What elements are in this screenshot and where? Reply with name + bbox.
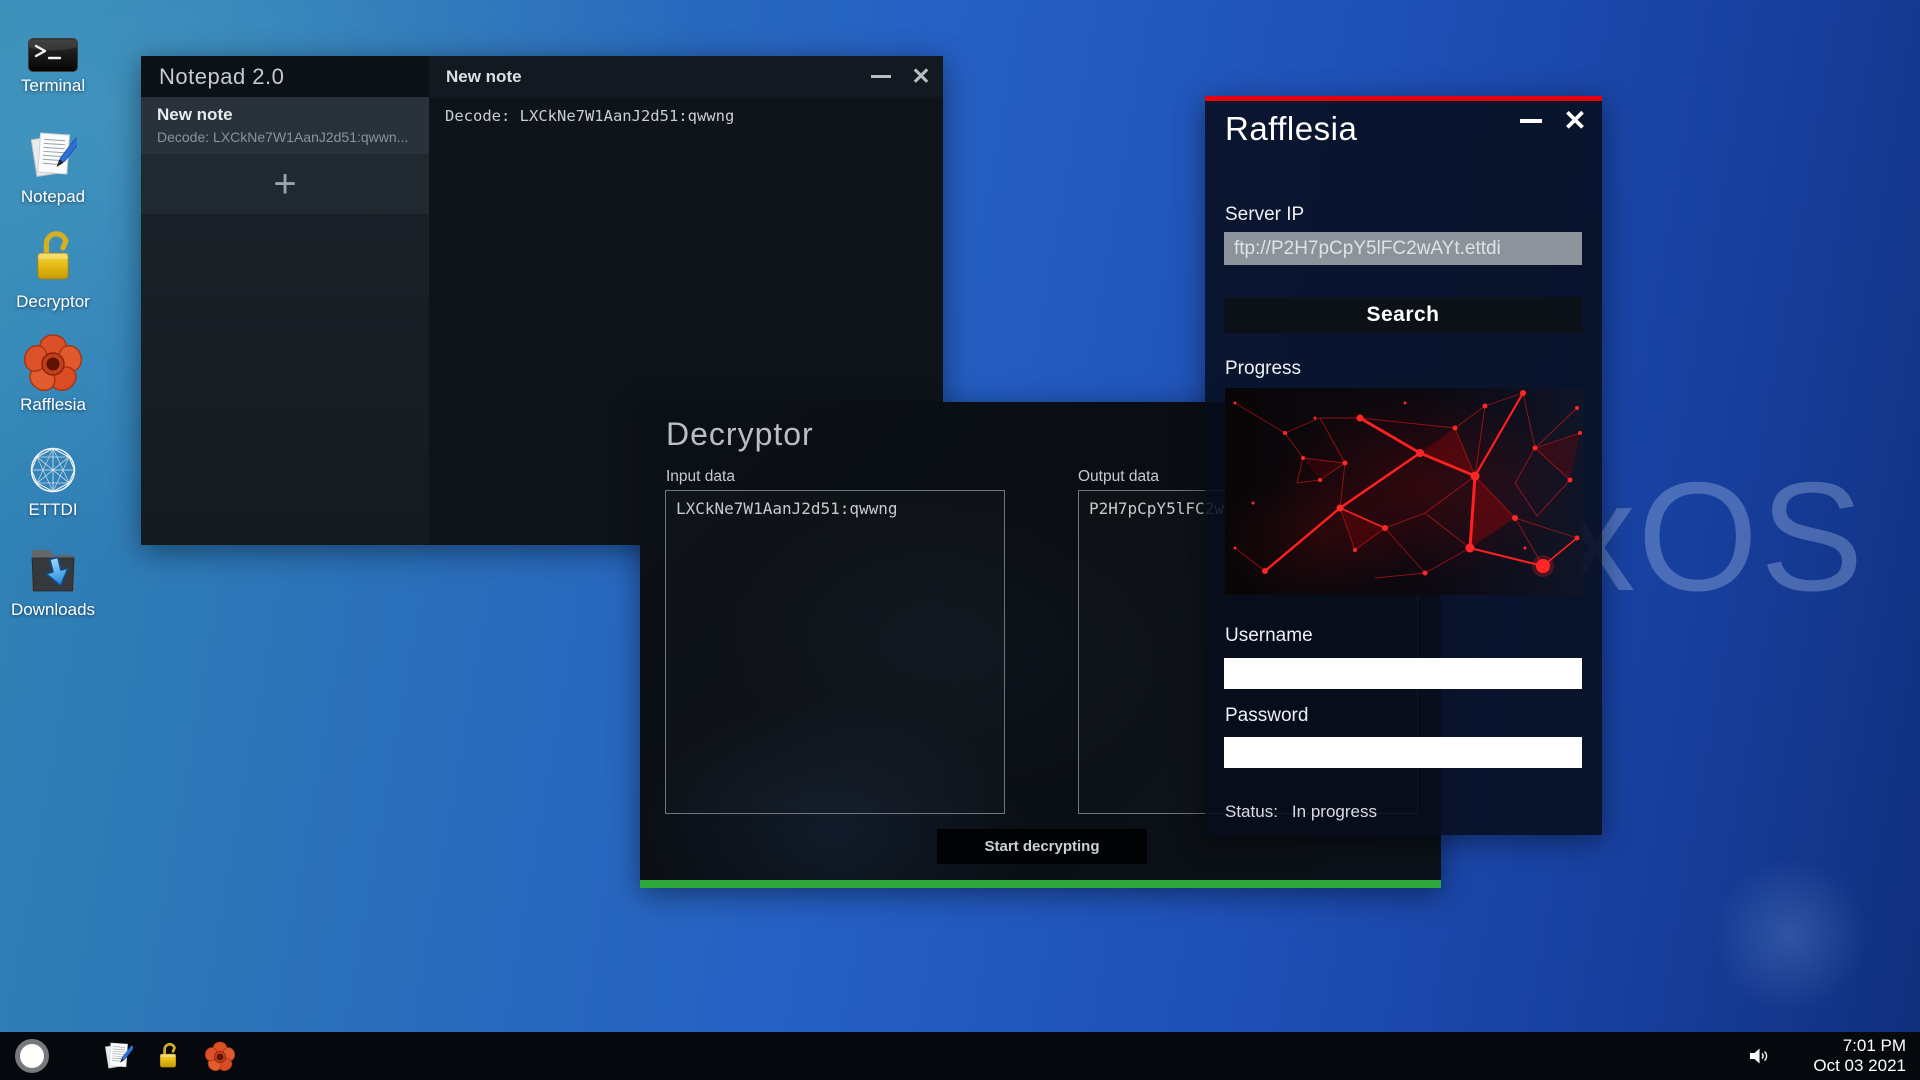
- taskbar-padlock-icon[interactable]: [157, 1041, 179, 1071]
- start-button[interactable]: [15, 1039, 49, 1073]
- minimize-icon: [871, 75, 891, 78]
- progress-label: Progress: [1225, 358, 1301, 380]
- note-item-preview: Decode: LXCkNe7W1AanJ2d51:qwwn...: [157, 129, 413, 145]
- server-ip-label: Server IP: [1225, 204, 1304, 226]
- desktop-icon-decryptor[interactable]: Decryptor: [8, 222, 98, 312]
- note-item-title: New note: [157, 105, 413, 125]
- notepad-minimize-button[interactable]: [867, 63, 895, 91]
- input-data-label: Input data: [666, 468, 735, 486]
- globe-icon: [28, 444, 78, 496]
- password-field[interactable]: [1224, 737, 1582, 768]
- download-folder-icon: [27, 538, 79, 596]
- server-ip-field[interactable]: [1224, 232, 1582, 265]
- desktop-icon-ettdi[interactable]: ETTDI: [8, 432, 98, 520]
- desktop-icon-label: Downloads: [11, 600, 95, 620]
- plus-icon: +: [273, 162, 296, 207]
- notepad-close-button[interactable]: ✕: [907, 63, 935, 91]
- desktop-icon-downloads[interactable]: Downloads: [8, 534, 98, 620]
- desktop-icon-notepad[interactable]: Notepad: [8, 121, 98, 207]
- username-field[interactable]: [1224, 658, 1582, 689]
- status-label: Status:: [1225, 802, 1278, 821]
- desktop-icon-label: Notepad: [21, 187, 85, 207]
- clock-date: Oct 03 2021: [1813, 1056, 1906, 1076]
- flower-icon: [24, 333, 82, 391]
- active-note-title: New note: [446, 67, 522, 87]
- padlock-icon: [34, 226, 72, 288]
- status-line: Status: In progress: [1225, 802, 1377, 822]
- add-note-button[interactable]: +: [141, 154, 429, 214]
- desktop-icon-label: Decryptor: [16, 292, 90, 312]
- speaker-icon[interactable]: [1750, 1048, 1770, 1064]
- search-button[interactable]: Search: [1224, 297, 1582, 333]
- output-data-label: Output data: [1078, 468, 1159, 486]
- rafflesia-close-button[interactable]: ✕: [1560, 106, 1590, 136]
- desktop-icon-label: Terminal: [21, 76, 85, 96]
- input-data-textarea[interactable]: LXCkNe7W1AanJ2d51:qwwng: [665, 490, 1005, 814]
- note-list-item[interactable]: New note Decode: LXCkNe7W1AanJ2d51:qwwn.…: [141, 97, 429, 154]
- desktop-icon-terminal[interactable]: Terminal: [8, 30, 98, 96]
- desktop-icon-label: ETTDI: [28, 500, 77, 520]
- progress-plexus-image: [1225, 388, 1583, 595]
- decryptor-window-title: Decryptor: [666, 416, 814, 453]
- minimize-icon: [1520, 119, 1542, 123]
- notepad-icon: [29, 128, 77, 183]
- desktop-icon-label: Rafflesia: [20, 395, 86, 415]
- rafflesia-accent-bar: [1205, 96, 1602, 101]
- desktop-icon-rafflesia[interactable]: Rafflesia: [8, 329, 98, 415]
- status-value: In progress: [1292, 802, 1377, 821]
- rafflesia-window: Rafflesia ✕ Server IP Search Progress: [1205, 96, 1602, 835]
- notepad-window-title: Notepad 2.0: [159, 64, 284, 90]
- clock: 7:01 PM Oct 03 2021: [1813, 1036, 1906, 1076]
- taskbar-notepad-icon[interactable]: [103, 1040, 133, 1072]
- close-icon: ✕: [1563, 107, 1586, 135]
- os-watermark: xOS: [1558, 448, 1865, 626]
- terminal-icon: [28, 38, 78, 72]
- clock-time: 7:01 PM: [1813, 1036, 1906, 1056]
- rafflesia-window-title: Rafflesia: [1225, 110, 1357, 148]
- start-decrypting-button[interactable]: Start decrypting: [937, 829, 1147, 864]
- close-icon: ✕: [911, 65, 930, 88]
- notepad-sidebar: New note Decode: LXCkNe7W1AanJ2d51:qwwn.…: [141, 97, 429, 545]
- username-label: Username: [1225, 625, 1313, 647]
- desktop: xOS Terminal Notepad Decryptor Rafflesia…: [0, 0, 1920, 1080]
- notepad-note-header: New note: [429, 56, 943, 97]
- decrypt-progress-bar: [640, 880, 1441, 888]
- taskbar-flower-icon[interactable]: [205, 1041, 235, 1071]
- taskbar: 7:01 PM Oct 03 2021: [0, 1032, 1920, 1080]
- password-label: Password: [1225, 705, 1308, 727]
- rafflesia-minimize-button[interactable]: [1516, 106, 1546, 136]
